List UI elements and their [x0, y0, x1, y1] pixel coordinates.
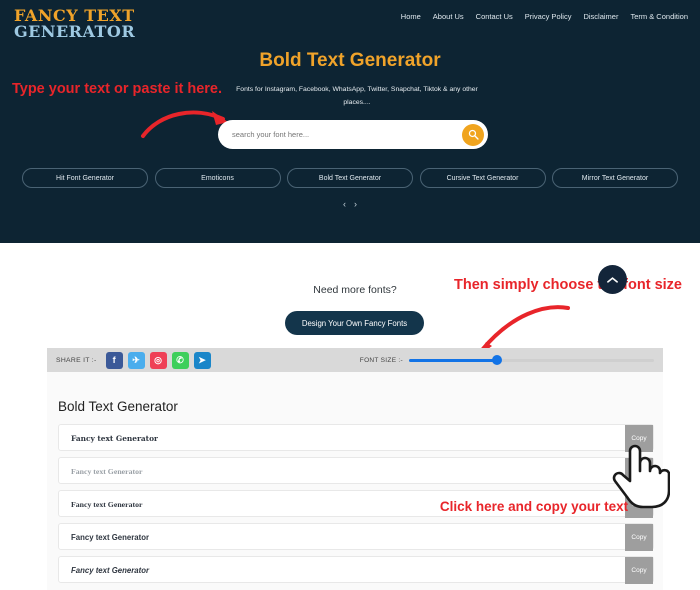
carousel-prev-icon[interactable]: ‹: [343, 199, 346, 209]
telegram-icon: ➤: [198, 354, 206, 365]
font-sample-text: Fancy text Generator: [71, 566, 149, 575]
carousel-navigation: ‹ ›: [0, 199, 700, 209]
instagram-icon: ◎: [154, 354, 162, 365]
font-size-slider-thumb[interactable]: [492, 355, 503, 365]
nav-item-about-us[interactable]: About Us: [433, 12, 464, 21]
copy-button[interactable]: Copy: [625, 557, 653, 584]
search-icon: [468, 129, 479, 140]
nav-item-home[interactable]: Home: [401, 12, 421, 21]
page-root: FANCY TEXT GENERATOR Home About Us Conta…: [0, 0, 700, 590]
font-sample-text: Fancy text Generator: [71, 533, 149, 542]
search-input[interactable]: [232, 120, 447, 149]
nav-item-disclaimer[interactable]: Disclaimer: [583, 12, 618, 21]
category-button-row: Hit Font Generator Emoticons Bold Text G…: [22, 168, 678, 188]
category-mirror-text-generator[interactable]: Mirror Text Generator: [552, 168, 678, 188]
font-sample-text: Fancy text Generator: [71, 500, 143, 509]
scroll-to-top-button[interactable]: [598, 265, 627, 294]
font-row: Fancy text Generator Copy: [58, 457, 654, 485]
tool-toolbar: SHARE IT :- f ✈ ◎ ✆ ➤ FONT SIZE :-: [47, 348, 663, 372]
nav-item-privacy-policy[interactable]: Privacy Policy: [525, 12, 572, 21]
chevron-up-icon: [607, 276, 618, 283]
category-emoticons[interactable]: Emoticons: [154, 168, 281, 188]
annotation-copy-text: Click here and copy your text: [439, 499, 629, 514]
share-twitter-button[interactable]: ✈: [127, 351, 145, 369]
font-size-label: FONT SIZE :-: [359, 356, 403, 364]
font-row: Fancy text Generator Copy: [58, 523, 654, 551]
page-title: Bold Text Generator: [259, 50, 441, 71]
nav-item-contact-us[interactable]: Contact Us: [476, 12, 513, 21]
share-instagram-button[interactable]: ◎: [149, 351, 167, 369]
site-logo[interactable]: FANCY TEXT GENERATOR: [14, 8, 135, 40]
hero-section: FANCY TEXT GENERATOR Home About Us Conta…: [0, 0, 700, 243]
font-sample-text: Fancy text Generator: [71, 434, 158, 443]
nav-item-term-condition[interactable]: Term & Condition: [630, 12, 688, 21]
copy-button[interactable]: Copy: [625, 524, 653, 551]
facebook-icon: f: [112, 355, 116, 365]
font-search-bar: [218, 120, 488, 149]
annotation-type-text: Type your text or paste it here.: [11, 81, 223, 97]
social-share-row: f ✈ ◎ ✆ ➤: [105, 351, 211, 369]
category-bold-text-generator[interactable]: Bold Text Generator: [287, 168, 413, 188]
font-row: Fancy text Generator Copy: [58, 424, 654, 452]
copy-button[interactable]: Copy: [625, 425, 653, 452]
need-more-fonts-label: Need more fonts?: [313, 284, 397, 296]
font-size-slider-fill: [409, 358, 498, 362]
category-hit-font-generator[interactable]: Hit Font Generator: [22, 168, 148, 188]
share-whatsapp-button[interactable]: ✆: [171, 351, 189, 369]
category-cursive-text-generator[interactable]: Cursive Text Generator: [419, 168, 546, 188]
search-button[interactable]: [462, 123, 484, 146]
whatsapp-icon: ✆: [176, 354, 184, 365]
twitter-icon: ✈: [132, 354, 140, 365]
font-sample-text: Fancy text Generator: [71, 467, 143, 476]
share-it-label: SHARE IT :-: [56, 356, 97, 364]
design-own-fonts-button[interactable]: Design Your Own Fancy Fonts: [285, 311, 424, 335]
share-facebook-button[interactable]: f: [105, 351, 123, 369]
font-results-panel: Bold Text Generator Fancy text Generator…: [47, 372, 663, 590]
panel-title: Bold Text Generator: [58, 399, 178, 414]
main-navigation: Home About Us Contact Us Privacy Policy …: [401, 12, 688, 21]
font-size-slider[interactable]: [409, 355, 654, 365]
copy-button[interactable]: Copy: [625, 458, 653, 485]
carousel-next-icon[interactable]: ›: [354, 199, 357, 209]
logo-line-2: GENERATOR: [14, 22, 136, 41]
font-row: Fancy text Generator Copy: [58, 556, 654, 584]
share-telegram-button[interactable]: ➤: [193, 351, 211, 369]
font-size-control: FONT SIZE :-: [359, 355, 654, 365]
hero-subtitle: Fonts for Instagram, Facebook, WhatsApp,…: [236, 86, 478, 106]
annotation-font-size: Then simply choose the font size: [453, 277, 682, 293]
